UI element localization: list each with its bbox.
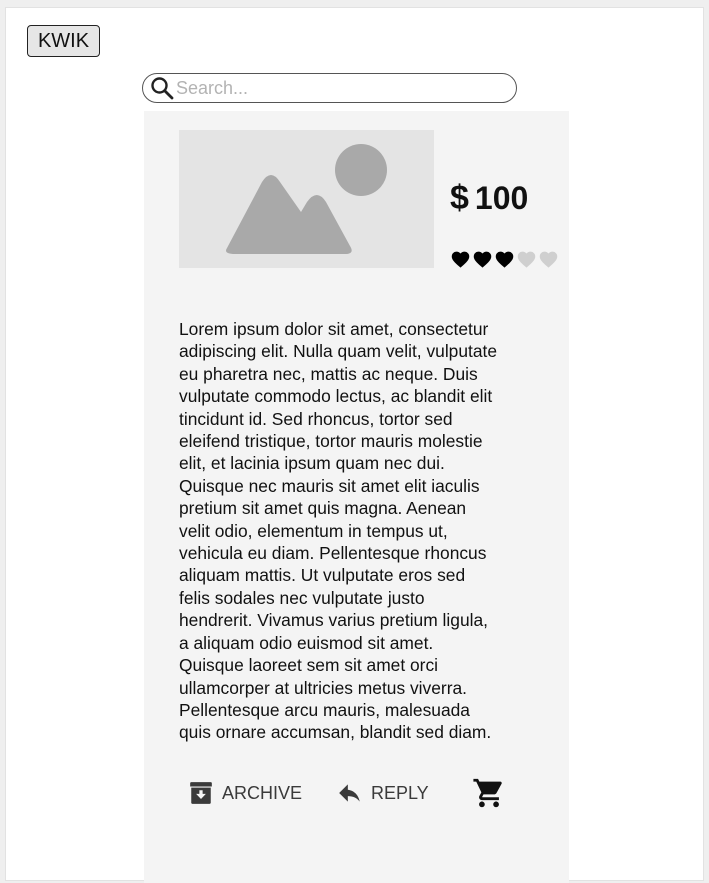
cart-button[interactable] bbox=[472, 776, 506, 810]
price-amount: 100 bbox=[474, 180, 529, 216]
reply-button[interactable]: REPLY bbox=[337, 776, 429, 810]
rating bbox=[450, 249, 560, 270]
archive-button[interactable]: ARCHIVE bbox=[188, 776, 302, 810]
reply-label: REPLY bbox=[371, 782, 429, 803]
product-card: $ 100 Lorem ipsum dolor sit amet, consec… bbox=[144, 111, 569, 883]
shopping-cart-icon bbox=[473, 778, 502, 808]
action-bar: ARCHIVE REPLY bbox=[188, 776, 528, 810]
archive-icon bbox=[190, 782, 212, 804]
heart-icon bbox=[495, 251, 514, 268]
product-description: Lorem ipsum dolor sit amet, consectetur … bbox=[179, 319, 498, 743]
reply-icon bbox=[339, 784, 360, 802]
archive-label: ARCHIVE bbox=[222, 782, 303, 803]
logo-button[interactable]: KWIK bbox=[27, 25, 100, 57]
product-image[interactable] bbox=[179, 130, 434, 268]
search-bar[interactable] bbox=[142, 73, 517, 103]
search-icon bbox=[151, 77, 174, 100]
heart-icon bbox=[451, 251, 470, 268]
currency-symbol: $ bbox=[450, 179, 469, 217]
search-input[interactable] bbox=[176, 77, 496, 99]
heart-icon bbox=[473, 251, 492, 268]
price: $ 100 bbox=[450, 179, 528, 218]
image-placeholder-icon bbox=[226, 144, 387, 254]
heart-icon bbox=[517, 251, 536, 268]
heart-icon bbox=[539, 251, 558, 268]
